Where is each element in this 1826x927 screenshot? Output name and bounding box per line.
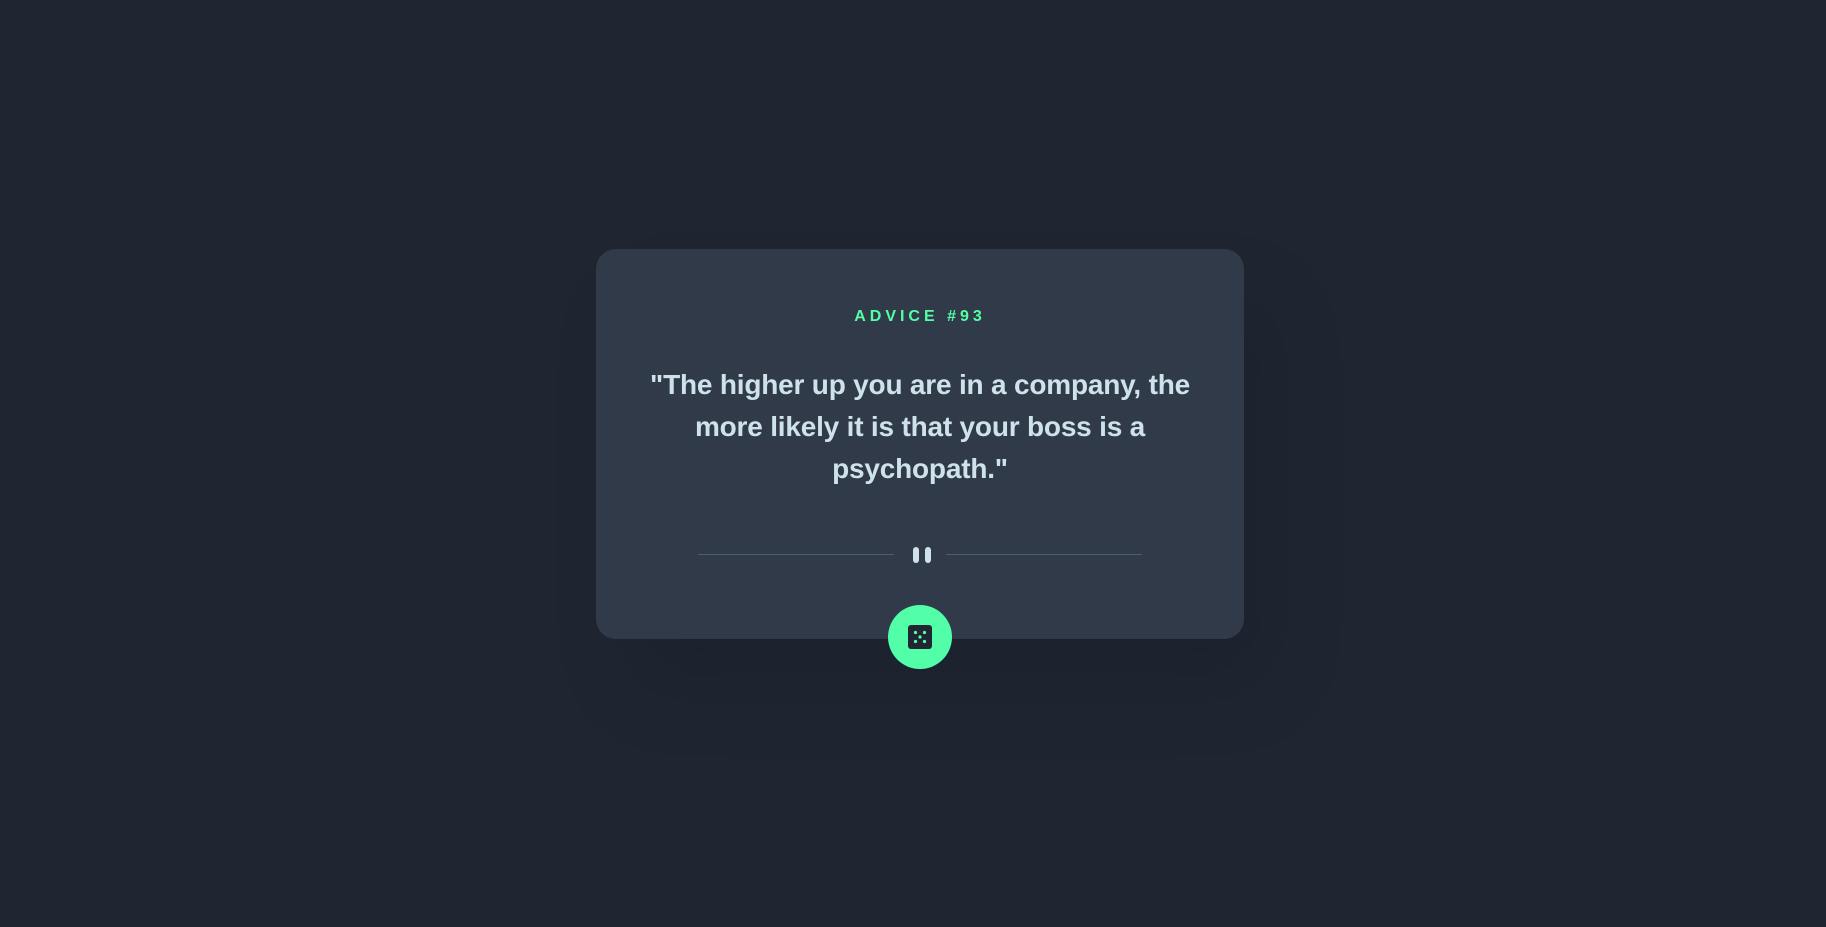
page: ADVICE #93 "The higher up you are in a c…	[0, 0, 1826, 927]
pause-quote-icon	[906, 546, 934, 564]
divider	[698, 546, 1142, 564]
dice-icon	[908, 625, 932, 649]
advice-number: ADVICE #93	[854, 308, 986, 325]
generate-advice-button[interactable]	[888, 605, 952, 669]
advice-quote: "The higher up you are in a company, the…	[650, 369, 1190, 484]
advice-card: ADVICE #93 "The higher up you are in a c…	[596, 249, 1244, 639]
divider-line-left	[698, 554, 894, 555]
divider-line-right	[946, 554, 1142, 555]
